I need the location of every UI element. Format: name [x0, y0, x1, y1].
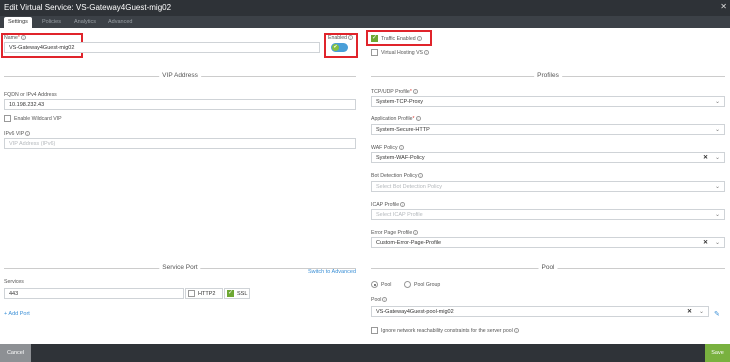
chevron-down-icon[interactable]: ⌄ [715, 98, 720, 105]
info-icon: i [413, 230, 419, 236]
pool-label: Pool i [371, 297, 388, 303]
chevron-down-icon[interactable]: ⌄ [715, 126, 720, 133]
info-icon: i [416, 36, 422, 42]
info-icon: i [418, 173, 424, 179]
error-page-value: Custom-Error-Page-Profile [376, 240, 442, 246]
port-input[interactable]: 443 [4, 288, 184, 299]
save-button[interactable]: Save [705, 344, 730, 362]
close-icon[interactable]: ✕ [720, 2, 727, 11]
add-port-link[interactable]: + Add Port [4, 311, 30, 317]
chevron-down-icon[interactable]: ⌄ [715, 211, 720, 218]
icap-label: ICAP Profile i [371, 202, 406, 208]
ipv6-input[interactable]: VIP Address (IPv6) [4, 138, 356, 149]
info-icon: i [424, 50, 430, 56]
profiles-section-title: Profiles [534, 72, 562, 79]
tab-settings[interactable]: Settings [4, 17, 32, 28]
icap-placeholder: Select ICAP Profile [376, 212, 423, 218]
chevron-down-icon[interactable]: ⌄ [699, 308, 704, 315]
tab-analytics[interactable]: Analytics [70, 17, 100, 28]
service-port-section-header: Service Port [4, 264, 356, 272]
window-titlebar: Edit Virtual Service: VS-Gateway4Guest-m… [0, 0, 730, 16]
wildcard-label: Enable Wildcard VIP [14, 116, 62, 122]
app-profile-select[interactable]: System-Secure-HTTP ⌄ [371, 124, 725, 135]
tab-policies[interactable]: Policies [38, 17, 65, 28]
ssl-checkbox[interactable]: ✓ [227, 290, 234, 297]
bot-detection-placeholder: Select Bot Detection Policy [376, 184, 443, 190]
ssl-field: ✓ SSL [224, 288, 250, 299]
pool-radio[interactable] [371, 281, 378, 288]
error-page-label: Error Page Profile i [371, 230, 419, 236]
traffic-enabled-checkbox[interactable]: ✓ [371, 35, 378, 42]
info-icon: i [412, 89, 418, 95]
check-icon: ✔ [332, 44, 339, 51]
bot-detection-select[interactable]: Select Bot Detection Policy ⌄ [371, 181, 725, 192]
footer-bar: Cancel Save [0, 344, 730, 362]
virtual-hosting-label: Virtual Hosting VS i [381, 50, 430, 56]
clear-icon[interactable]: ✕ [703, 239, 708, 246]
clear-icon[interactable]: ✕ [687, 308, 692, 315]
virtual-hosting-checkbox[interactable] [371, 49, 378, 56]
services-label: Services [4, 279, 24, 285]
ipv6-label: IPv6 VIP i [4, 131, 31, 137]
chevron-down-icon[interactable]: ⌄ [715, 154, 720, 161]
pool-group-radio[interactable] [404, 281, 411, 288]
enabled-toggle[interactable]: ✔ [331, 43, 348, 52]
waf-select[interactable]: System-WAF-Policy ✕ ⌄ [371, 152, 725, 163]
ignore-reachability-checkbox[interactable] [371, 327, 378, 334]
cancel-button[interactable]: Cancel [0, 344, 31, 362]
info-icon: i [415, 116, 421, 122]
enabled-label: Enabled i [328, 35, 354, 41]
name-input[interactable]: VS-Gateway4Guest-mig02 [4, 42, 320, 53]
http2-field: HTTP2 [185, 288, 223, 299]
app-profile-label: Application Profile* i [371, 116, 421, 122]
tcp-udp-value: System-TCP-Proxy [376, 99, 424, 105]
vip-section-title: VIP Address [159, 72, 201, 79]
waf-label: WAF Policy i [371, 145, 404, 151]
info-icon: i [25, 131, 31, 137]
chevron-down-icon[interactable]: ⌄ [715, 183, 720, 190]
pencil-icon[interactable]: ✎ [714, 310, 720, 318]
fqdn-input[interactable]: 10.198.232.43 [4, 99, 356, 110]
waf-value: System-WAF-Policy [376, 155, 425, 161]
info-icon: i [513, 328, 519, 334]
icap-select[interactable]: Select ICAP Profile ⌄ [371, 209, 725, 220]
pool-section-title: Pool [538, 264, 558, 271]
name-label: Name* i [4, 35, 26, 41]
http2-checkbox[interactable] [188, 290, 195, 297]
pool-select[interactable]: VS-Gateway4Guest-pool-mig02 ✕ ⌄ [371, 306, 709, 317]
pool-radio-label: Pool [381, 282, 392, 288]
fqdn-label: FQDN or IPv4 Address [4, 92, 57, 98]
info-icon: i [348, 35, 354, 41]
http2-label: HTTP2 [198, 291, 216, 297]
switch-to-advanced-link[interactable]: Switch to Advanced [308, 269, 356, 275]
pool-group-radio-label: Pool Group [414, 282, 441, 288]
info-icon: i [20, 35, 26, 41]
pool-value: VS-Gateway4Guest-pool-mig02 [376, 309, 454, 315]
traffic-enabled-label: Traffic Enabled i [381, 36, 422, 42]
profiles-section-header: Profiles [371, 72, 725, 80]
tcp-udp-label: TCP/UDP Profile* i [371, 89, 418, 95]
info-icon: i [398, 145, 404, 151]
wildcard-checkbox[interactable] [4, 115, 11, 122]
app-profile-value: System-Secure-HTTP [376, 127, 430, 133]
info-icon: i [382, 297, 388, 303]
ssl-label: SSL [237, 291, 248, 297]
info-icon: i [400, 202, 406, 208]
pool-section-header: Pool [371, 264, 725, 272]
service-port-section-title: Service Port [159, 264, 201, 271]
tab-advanced[interactable]: Advanced [104, 17, 136, 28]
chevron-down-icon[interactable]: ⌄ [715, 239, 720, 246]
window-title: Edit Virtual Service: VS-Gateway4Guest-m… [4, 3, 172, 12]
error-page-select[interactable]: Custom-Error-Page-Profile ✕ ⌄ [371, 237, 725, 248]
tcp-udp-select[interactable]: System-TCP-Proxy ⌄ [371, 96, 725, 107]
vip-section-header: VIP Address [4, 72, 356, 80]
tab-bar: Settings Policies Analytics Advanced [0, 16, 730, 28]
clear-icon[interactable]: ✕ [703, 154, 708, 161]
ignore-reachability-label: Ignore network reachability constraints … [381, 328, 519, 334]
bot-detection-label: Bot Detection Policy i [371, 173, 424, 179]
